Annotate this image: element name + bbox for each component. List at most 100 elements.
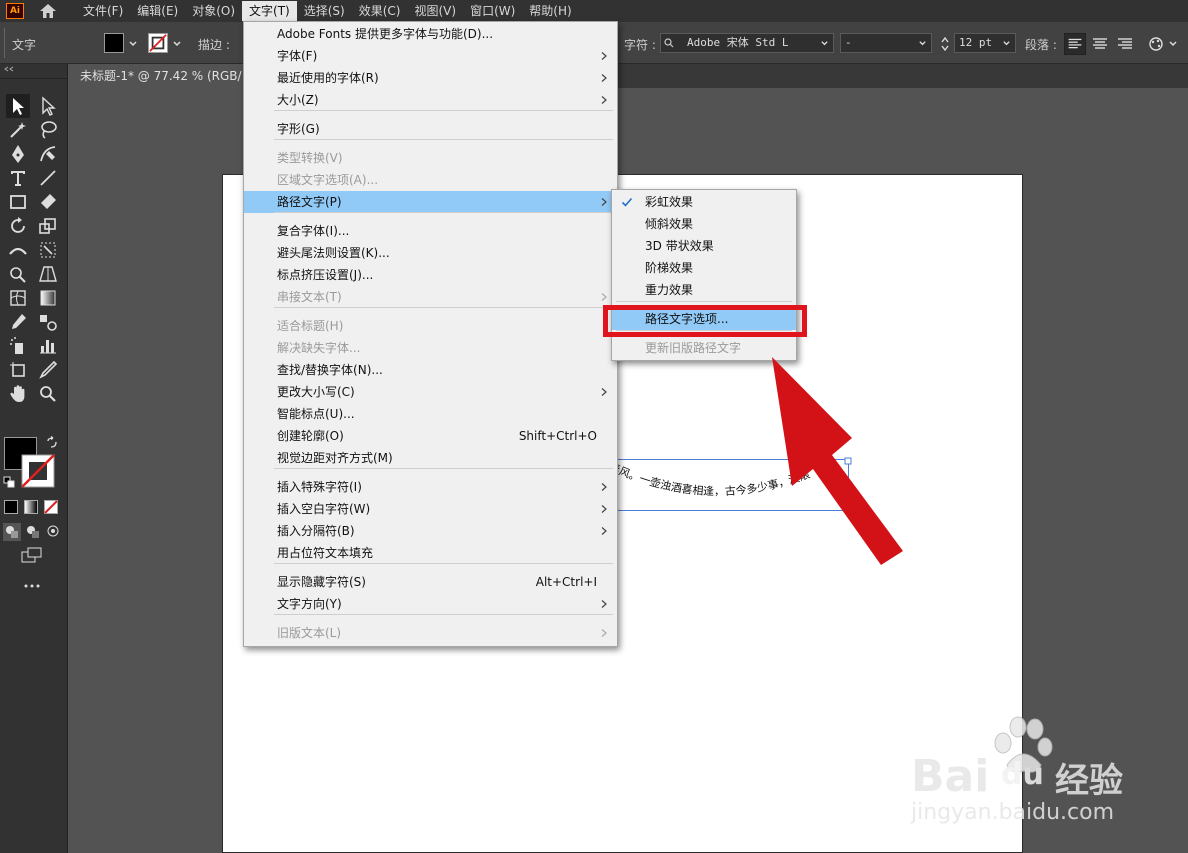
- hand-tool-icon[interactable]: [6, 382, 30, 406]
- submenu-item-3d-ribbon[interactable]: 3D 带状效果: [612, 235, 796, 257]
- menu-item-insert-break-character[interactable]: 插入分隔符(B): [244, 520, 617, 542]
- menu-item-change-case[interactable]: 更改大小写(C): [244, 381, 617, 403]
- menu-item-insert-special-character[interactable]: 插入特殊字符(I): [244, 476, 617, 498]
- width-tool-icon[interactable]: [6, 238, 30, 262]
- menu-select[interactable]: 选择(S): [297, 1, 352, 21]
- slice-tool-icon[interactable]: [36, 358, 60, 382]
- home-icon[interactable]: [38, 2, 58, 20]
- chevron-down-icon[interactable]: [172, 39, 182, 49]
- menu-item-resolve-missing-fonts: 解决缺失字体...: [244, 337, 617, 359]
- menu-item-find-replace-font[interactable]: 查找/替换字体(N)...: [244, 359, 617, 381]
- menu-item-optical-margin-alignment[interactable]: 视觉边距对齐方式(M): [244, 447, 617, 469]
- menu-item-show-hidden-characters[interactable]: 显示隐藏字符(S) Alt+Ctrl+I: [244, 571, 617, 593]
- artboard-tool-icon[interactable]: [6, 358, 30, 382]
- symbol-sprayer-tool-icon[interactable]: [6, 334, 30, 358]
- gradient-tool-icon[interactable]: [36, 286, 60, 310]
- menu-item-kinsoku-settings[interactable]: 避头尾法则设置(K)...: [244, 242, 617, 264]
- mesh-tool-icon[interactable]: [6, 286, 30, 310]
- draw-normal-icon[interactable]: [3, 523, 21, 541]
- lasso-tool-icon[interactable]: [36, 118, 60, 142]
- character-label[interactable]: 字符 :: [624, 36, 656, 53]
- menu-file[interactable]: 文件(F): [76, 1, 130, 21]
- menu-item-recent-fonts[interactable]: 最近使用的字体(R): [244, 67, 617, 89]
- line-tool-icon[interactable]: [36, 166, 60, 190]
- swap-fill-stroke-icon[interactable]: [45, 436, 59, 450]
- default-colors-icon[interactable]: [3, 476, 15, 488]
- submenu-item-stair-step[interactable]: 阶梯效果: [612, 257, 796, 279]
- document-tab[interactable]: 未标题-1* @ 77.42 % (RGB/: [70, 64, 250, 88]
- menu-item-label: 字形(G): [277, 122, 320, 136]
- submenu-item-gravity[interactable]: 重力效果: [612, 279, 796, 301]
- menu-item-create-outlines[interactable]: 创建轮廓(O) Shift+Ctrl+O: [244, 425, 617, 447]
- eyedropper-tool-icon[interactable]: [6, 310, 30, 334]
- rotate-tool-icon[interactable]: [6, 214, 30, 238]
- menu-item-label: 大小(Z): [277, 93, 319, 107]
- column-graph-tool-icon[interactable]: [36, 334, 60, 358]
- recolor-icon[interactable]: [1146, 34, 1166, 54]
- watermark-brand-cn: 经验: [1055, 761, 1123, 801]
- submenu-item-skew[interactable]: 倾斜效果: [612, 213, 796, 235]
- menu-window[interactable]: 窗口(W): [463, 1, 522, 21]
- shape-builder-tool-icon[interactable]: [6, 262, 30, 286]
- color-mode-icon[interactable]: [4, 500, 18, 514]
- menu-edit[interactable]: 编辑(E): [130, 1, 185, 21]
- blend-tool-icon[interactable]: [36, 310, 60, 334]
- curvature-tool-icon[interactable]: [36, 142, 60, 166]
- menu-item-size[interactable]: 大小(Z): [244, 89, 617, 111]
- align-center-icon[interactable]: [1089, 33, 1111, 55]
- menu-item-fill-with-placeholder[interactable]: 用占位符文本填充: [244, 542, 617, 564]
- none-mode-icon[interactable]: [44, 500, 58, 514]
- stepper-icon[interactable]: [940, 34, 950, 54]
- submenu-item-rainbow[interactable]: 彩虹效果: [612, 191, 796, 213]
- free-transform-tool-icon[interactable]: [36, 238, 60, 262]
- chevron-right-icon: [601, 198, 607, 206]
- align-left-icon[interactable]: [1064, 33, 1086, 55]
- font-family-dropdown[interactable]: Adobe 宋体 Std L: [660, 33, 834, 53]
- menu-object[interactable]: 对象(O): [185, 1, 242, 21]
- scale-tool-icon[interactable]: [36, 214, 60, 238]
- menu-item-insert-whitespace-character[interactable]: 插入空白字符(W): [244, 498, 617, 520]
- menu-item-label: 更改大小写(C): [277, 385, 355, 399]
- menu-item-glyphs[interactable]: 字形(G): [244, 118, 617, 140]
- grip-icon[interactable]: [3, 28, 7, 58]
- font-size-dropdown[interactable]: 12 pt: [954, 33, 1016, 53]
- menu-item-composite-fonts[interactable]: 复合字体(I)...: [244, 220, 617, 242]
- selection-tool-icon[interactable]: [6, 94, 30, 118]
- align-right-icon[interactable]: [1114, 33, 1136, 55]
- menu-item-type-orientation[interactable]: 文字方向(Y): [244, 593, 617, 615]
- draw-behind-icon[interactable]: [24, 523, 42, 541]
- zoom-tool-icon[interactable]: [36, 382, 60, 406]
- stroke-swatch[interactable]: [148, 33, 168, 53]
- menu-effect[interactable]: 效果(C): [352, 1, 408, 21]
- direct-selection-tool-icon[interactable]: [36, 94, 60, 118]
- magic-wand-tool-icon[interactable]: [6, 118, 30, 142]
- menu-item-adobe-fonts[interactable]: Adobe Fonts 提供更多字体与功能(D)...: [244, 23, 617, 45]
- menu-item-label: 文字方向(Y): [277, 597, 342, 611]
- chevron-down-icon[interactable]: [1168, 39, 1178, 49]
- collapse-icon[interactable]: [3, 66, 15, 72]
- menu-type[interactable]: 文字(T): [242, 1, 297, 21]
- menu-help[interactable]: 帮助(H): [522, 1, 578, 21]
- type-tool-icon[interactable]: [6, 166, 30, 190]
- paragraph-label[interactable]: 段落 :: [1025, 36, 1057, 53]
- perspective-grid-tool-icon[interactable]: [36, 262, 60, 286]
- menu-item-smart-punctuation[interactable]: 智能标点(U)...: [244, 403, 617, 425]
- rectangle-tool-icon[interactable]: [6, 190, 30, 214]
- chevron-down-icon[interactable]: [128, 39, 138, 49]
- screen-mode-icon[interactable]: [20, 546, 44, 564]
- menu-item-type-on-a-path[interactable]: 路径文字(P): [244, 191, 617, 213]
- menu-item-font[interactable]: 字体(F): [244, 45, 617, 67]
- pen-tool-icon[interactable]: [6, 142, 30, 166]
- eraser-tool-icon[interactable]: [36, 190, 60, 214]
- menu-view[interactable]: 视图(V): [407, 1, 463, 21]
- more-tools-icon[interactable]: [22, 582, 42, 590]
- gradient-mode-icon[interactable]: [24, 500, 38, 514]
- draw-inside-icon[interactable]: [45, 523, 63, 541]
- chevron-right-icon: [601, 505, 607, 513]
- chevron-right-icon: [601, 388, 607, 396]
- stroke-color-box[interactable]: [21, 454, 55, 488]
- menu-item-mojikumi-settings[interactable]: 标点挤压设置(J)...: [244, 264, 617, 286]
- fill-swatch[interactable]: [104, 33, 124, 53]
- annotation-arrow-icon: [772, 357, 903, 565]
- font-style-dropdown[interactable]: -: [840, 33, 932, 53]
